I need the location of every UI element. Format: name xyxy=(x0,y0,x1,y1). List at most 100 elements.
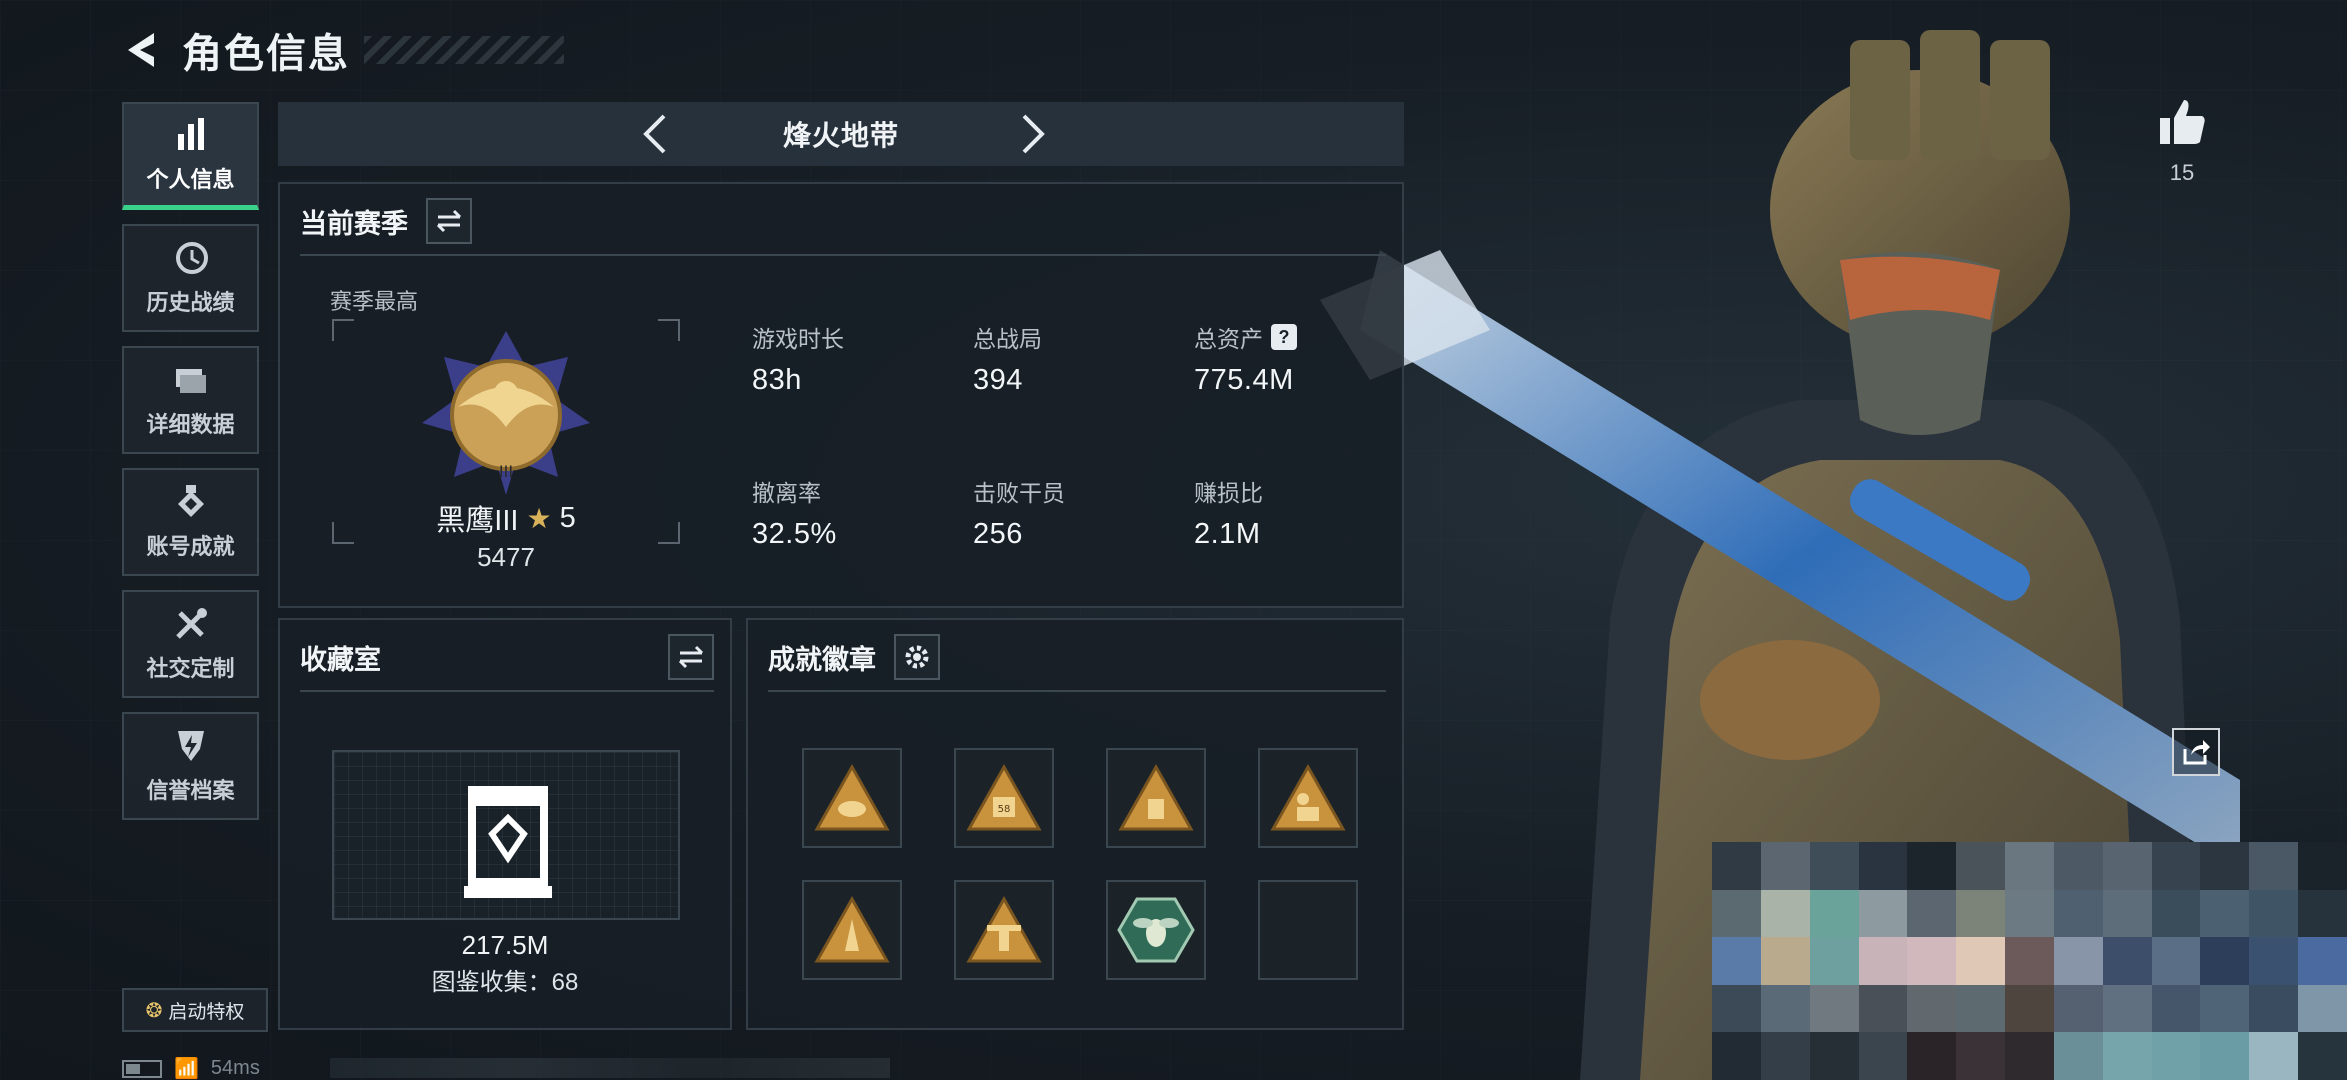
help-icon[interactable]: ? xyxy=(1271,324,1297,350)
gold-triangle-operator-badge-icon xyxy=(1270,763,1346,831)
gold-triangle-rocket-badge-icon xyxy=(814,895,890,963)
sidebar-item-label: 信誉档案 xyxy=(146,778,235,803)
sidebar-item-social[interactable]: 社交定制 xyxy=(122,590,259,698)
gear-icon xyxy=(905,645,929,669)
collection-value: 217.5M xyxy=(461,930,549,960)
bar-chart-icon xyxy=(177,117,204,150)
empty-badge-slot[interactable] xyxy=(1258,880,1358,980)
sidebar: 个人信息 历史战绩 详细数据 账号成就 社交定制 信誉档案 xyxy=(122,102,259,834)
sidebar-item-label: 个人信息 xyxy=(146,166,235,192)
stat-value: 83h xyxy=(752,364,802,396)
swap-icon xyxy=(678,645,704,669)
rank-name-row: 黑鹰III ★ 5 xyxy=(332,497,680,539)
stat-operators-defeated: 击败干员 256 xyxy=(973,474,1065,551)
stat-total-assets: 总资产 ? 775.4M xyxy=(1194,320,1297,397)
stat-play-time: 游戏时长 83h xyxy=(752,320,844,397)
mode-title: 烽火地带 xyxy=(782,120,899,151)
collection-title: 收藏室 xyxy=(300,644,381,675)
svg-text:58: 58 xyxy=(998,804,1011,815)
badge-grid: 58 xyxy=(802,748,1358,980)
perk-button-label: 启动特权 xyxy=(168,1001,245,1023)
stat-label: 游戏时长 xyxy=(752,326,844,352)
collection-count: 图鉴收集：68 xyxy=(431,969,579,996)
achievements-panel: 成就徽章 58 xyxy=(746,618,1404,1030)
share-button[interactable] xyxy=(2172,728,2220,776)
rank-stars: 5 xyxy=(559,501,576,534)
badge-slot[interactable] xyxy=(1258,748,1358,848)
rank-display: III 黑鹰III ★ 5 xyxy=(332,319,680,544)
wifi-icon: 📶 xyxy=(174,1058,199,1080)
stat-label: 总资产 xyxy=(1194,326,1263,352)
stat-label-row: 总资产 ? xyxy=(1194,320,1297,354)
stat-label: 总战局 xyxy=(973,326,1042,352)
svg-text:III: III xyxy=(499,462,513,481)
blurred-text xyxy=(330,1058,890,1078)
season-best-label: 赛季最高 xyxy=(330,289,419,314)
medal-icon xyxy=(177,485,204,517)
gold-triangle-tower-badge-icon xyxy=(966,895,1042,963)
thumbs-up-icon[interactable] xyxy=(2156,96,2208,148)
swap-icon xyxy=(436,209,462,233)
folder-stack-icon xyxy=(175,369,206,393)
stat-label: 赚损比 xyxy=(1194,480,1263,506)
stat-value: 32.5% xyxy=(752,518,837,550)
achievements-title: 成就徽章 xyxy=(768,644,876,675)
share-icon xyxy=(2183,740,2210,765)
ping-value: 54ms xyxy=(210,1057,260,1079)
launch-perk-button[interactable]: ❂ 启动特权 xyxy=(122,988,268,1032)
gold-triangle-crate-badge-icon xyxy=(1118,763,1194,831)
star-icon: ★ xyxy=(526,502,552,534)
badge-slot[interactable] xyxy=(1106,748,1206,848)
battery-icon xyxy=(122,1059,162,1078)
sidebar-item-label: 账号成就 xyxy=(146,534,235,559)
stat-label: 撤离率 xyxy=(752,480,821,506)
sidebar-item-history[interactable]: 历史战绩 xyxy=(122,224,259,332)
stat-profit-loss-ratio: 赚损比 2.1M xyxy=(1194,474,1263,551)
sidebar-item-label: 详细数据 xyxy=(146,412,235,437)
collection-switch-button[interactable] xyxy=(668,634,714,680)
stat-value: 394 xyxy=(973,364,1023,396)
stat-value: 775.4M xyxy=(1194,364,1294,396)
sidebar-item-details[interactable]: 详细数据 xyxy=(122,346,259,454)
shield-bolt-icon xyxy=(177,731,204,761)
title-decoration xyxy=(364,36,564,64)
achievements-settings-button[interactable] xyxy=(894,634,940,680)
stat-label: 击败干员 xyxy=(973,480,1065,506)
season-switch-button[interactable] xyxy=(426,198,472,244)
divider xyxy=(300,690,714,692)
mode-switcher: 烽火地带 xyxy=(278,102,1404,166)
back-arrow-icon[interactable] xyxy=(120,27,160,73)
gold-triangle-58-badge-icon: 58 xyxy=(966,763,1042,831)
stat-total-matches: 总战局 394 xyxy=(973,320,1042,397)
sidebar-item-label: 社交定制 xyxy=(146,656,235,681)
sidebar-item-reputation[interactable]: 信誉档案 xyxy=(122,712,259,820)
stat-value: 2.1M xyxy=(1194,518,1261,550)
gold-triangle-badge-icon xyxy=(814,763,890,831)
prev-mode-button[interactable] xyxy=(636,112,676,156)
badge-slot[interactable]: 58 xyxy=(954,748,1054,848)
rank-score: 5477 xyxy=(477,542,535,572)
badge-slot[interactable] xyxy=(802,880,902,980)
stat-extract-rate: 撤离率 32.5% xyxy=(752,474,837,551)
sidebar-item-achievements[interactable]: 账号成就 xyxy=(122,468,259,576)
divider xyxy=(768,690,1386,692)
sidebar-item-profile[interactable]: 个人信息 xyxy=(122,102,259,210)
black-hawk-rank-emblem-icon: III xyxy=(422,331,590,495)
tools-icon xyxy=(175,608,207,639)
next-mode-button[interactable] xyxy=(1012,112,1052,156)
system-status-bar: 📶 54ms xyxy=(122,1056,260,1080)
season-panel: 当前赛季 赛季最高 III 黑鹰III ★ 5 5477 游戏时长 83h 总战… xyxy=(278,182,1404,608)
season-title: 当前赛季 xyxy=(300,208,408,239)
collection-panel[interactable]: 收藏室 217.5M 图鉴收集：68 xyxy=(278,618,732,1030)
green-hexagon-wasp-badge-icon xyxy=(1117,897,1195,963)
rank-name: 黑鹰III xyxy=(436,505,519,537)
badge-slot[interactable] xyxy=(954,880,1054,980)
collection-showcase xyxy=(332,750,680,920)
badge-slot[interactable] xyxy=(1106,880,1206,980)
divider xyxy=(300,254,1386,256)
sidebar-item-label: 历史战绩 xyxy=(146,290,235,315)
like-count: 15 xyxy=(2169,160,2195,185)
page-title: 角色信息 xyxy=(182,32,350,76)
badge-slot[interactable] xyxy=(802,748,902,848)
stat-value: 256 xyxy=(973,518,1023,550)
